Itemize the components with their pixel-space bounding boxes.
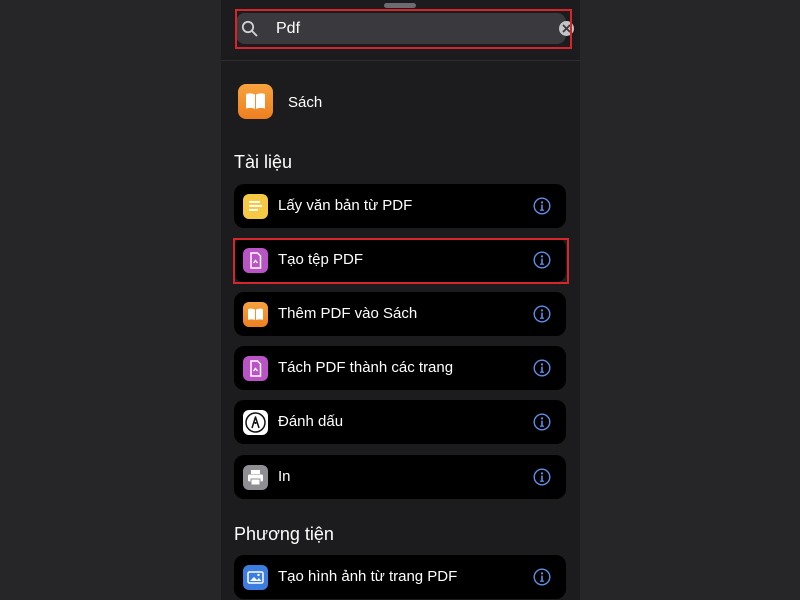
pdf-file-icon [243, 356, 268, 381]
action-label: In [278, 468, 291, 485]
clear-search-icon[interactable] [558, 20, 575, 37]
action-row-add-pdf-to-books[interactable]: Thêm PDF vào Sách [234, 292, 566, 336]
info-icon[interactable] [533, 251, 551, 269]
action-row-split-pdf[interactable]: Tách PDF thành các trang [234, 346, 566, 390]
action-label: Đánh dấu [278, 413, 344, 430]
action-label: Tạo hình ảnh từ trang PDF [278, 568, 458, 585]
action-label: Thêm PDF vào Sách [278, 305, 418, 322]
pdf-file-icon [243, 248, 268, 273]
app-result-books[interactable]: Sách [238, 84, 558, 122]
action-row-extract-text[interactable]: Lấy văn bản từ PDF [234, 184, 566, 228]
notes-icon [243, 194, 268, 219]
info-icon[interactable] [533, 359, 551, 377]
action-label: Tách PDF thành các trang [278, 359, 454, 376]
action-label: Lấy văn bản từ PDF [278, 197, 413, 214]
shortcuts-sheet: Pdf Sách Tài liệu Lấy văn bản từ PDF Tạo… [221, 0, 580, 600]
image-icon [243, 565, 268, 590]
action-label: Tạo tệp PDF [278, 251, 364, 268]
sheet-grabber[interactable] [384, 3, 416, 8]
info-icon[interactable] [533, 568, 551, 586]
section-title-media: Phương tiện [234, 524, 334, 544]
search-field[interactable]: Pdf [236, 13, 574, 44]
book-icon [243, 302, 268, 327]
books-app-icon [238, 84, 273, 119]
search-icon [241, 20, 258, 37]
search-input[interactable]: Pdf [276, 19, 300, 38]
app-result-label: Sách [288, 94, 323, 111]
section-title-documents: Tài liệu [234, 152, 293, 172]
action-row-make-pdf[interactable]: Tạo tệp PDF [234, 238, 566, 282]
action-row-make-image-from-pdf[interactable]: Tạo hình ảnh từ trang PDF [234, 555, 566, 599]
printer-icon [243, 465, 268, 490]
divider [221, 60, 580, 61]
action-row-print[interactable]: In [234, 455, 566, 499]
info-icon[interactable] [533, 468, 551, 486]
info-icon[interactable] [533, 413, 551, 431]
info-icon[interactable] [533, 197, 551, 215]
action-row-markup[interactable]: Đánh dấu [234, 400, 566, 444]
info-icon[interactable] [533, 305, 551, 323]
markup-pen-icon [243, 410, 268, 435]
